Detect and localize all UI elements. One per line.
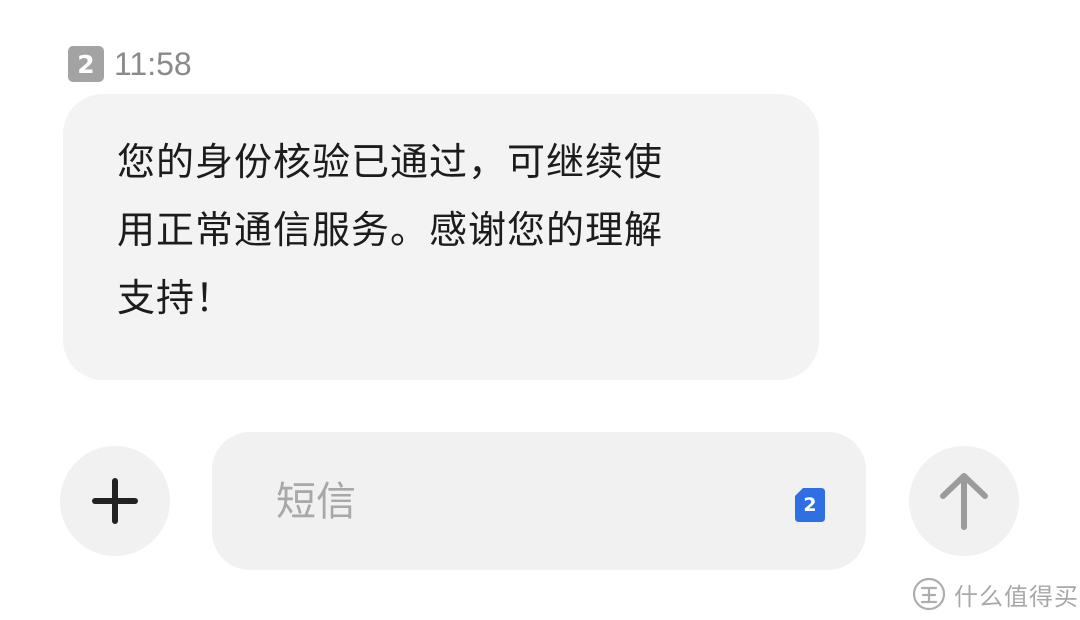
zhi-logo-icon: [912, 577, 946, 611]
arrow-up-icon: [940, 473, 988, 530]
sim-switch-button[interactable]: 2: [794, 487, 826, 523]
watermark: 什么值得买: [912, 574, 1079, 614]
watermark-text: 什么值得买: [954, 582, 1079, 611]
message-meta: 2 11:58: [68, 44, 192, 84]
messages-screen: 2 11:58 您的身份核验已通过，可继续使 用正常通信服务。感谢您的理解 支持…: [0, 0, 1080, 620]
message-input-container[interactable]: 2: [212, 432, 866, 570]
sim-card-number: 2: [77, 49, 95, 79]
sim-switch-number: 2: [803, 494, 817, 516]
add-attachment-button[interactable]: [60, 446, 170, 556]
send-button[interactable]: [909, 446, 1019, 556]
message-input[interactable]: [274, 464, 758, 540]
message-text: 您的身份核验已通过，可继续使 用正常通信服务。感谢您的理解 支持！: [117, 140, 664, 320]
plus-icon: [92, 478, 138, 524]
sim-card-badge: 2: [68, 46, 104, 82]
incoming-message-bubble[interactable]: 您的身份核验已通过，可继续使 用正常通信服务。感谢您的理解 支持！: [63, 94, 819, 380]
message-time: 11:58: [114, 45, 192, 82]
